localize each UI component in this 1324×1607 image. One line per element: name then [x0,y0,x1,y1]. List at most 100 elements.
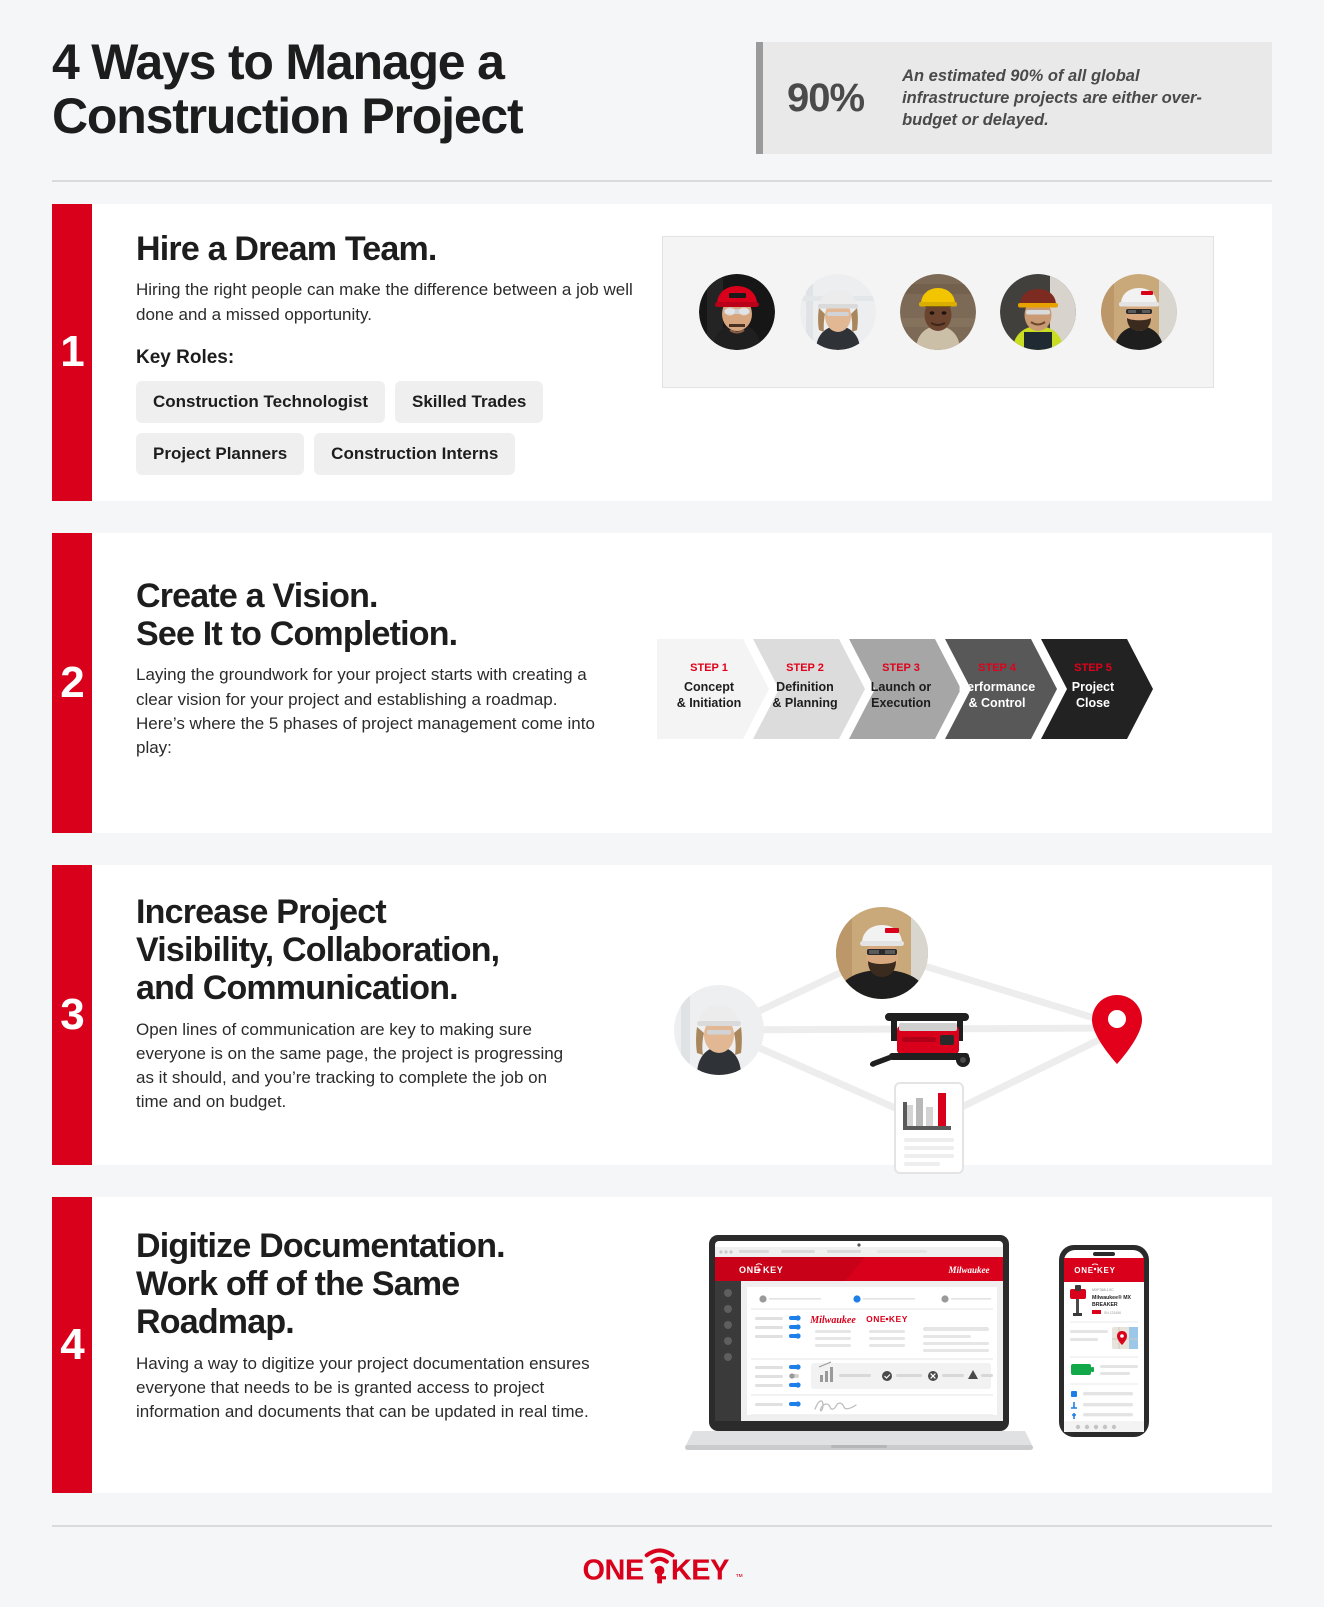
svg-text:KEY: KEY [763,1265,783,1275]
section-number-4: 4 [60,1319,85,1369]
section-title-4-line1: Digitize Documentation. [136,1226,506,1265]
svg-text:Performance: Performance [959,680,1035,694]
network-node-tool-generator [869,1012,970,1067]
svg-text:Execution: Execution [871,696,931,710]
svg-text:STEP 5: STEP 5 [1074,662,1112,674]
svg-text:ONE: ONE [739,1265,760,1275]
key-role-pill[interactable]: Skilled Trades [395,380,544,423]
worker-avatar-brown-hardhat [1000,274,1077,350]
svg-text:& Control: & Control [969,696,1026,710]
svg-text:ONE KEY: ONE KEY [1074,1266,1116,1275]
page-title: 4 Ways to Manage a Construction Project [52,34,742,144]
svg-text:™: ™ [735,1573,743,1582]
svg-text:Launch or: Launch or [871,680,932,694]
svg-text:Close: Close [1076,696,1110,710]
svg-text:& Planning: & Planning [772,696,837,710]
svg-text:BREAKER: BREAKER [1092,1302,1118,1308]
page-title-line2: Construction Project [52,87,524,144]
chevron-step-4: STEP 4 Performance & Control [945,638,1057,739]
section-number-3: 3 [60,989,85,1039]
svg-text:STEP 3: STEP 3 [882,662,920,674]
laptop-mockup: ONE KEY Milwaukee Milwaukee ONE KEY [685,1234,1033,1450]
svg-text:SN 123456: SN 123456 [1104,1311,1121,1315]
svg-text:Milwaukee: Milwaukee [947,1265,989,1275]
worker-avatar-white-hardhat-beard [1100,274,1177,350]
section-title-1: Hire a Dream Team. [136,230,657,268]
key-roles-label: Key Roles: [136,346,235,368]
section-number-bar-4: 4 [52,1196,92,1493]
section-number-bar-1: 1 [52,204,92,501]
svg-text:KEY: KEY [671,1555,729,1587]
section-title-3-line3: and Communication. [136,969,459,1008]
worker-avatar-yellow-hardhat [899,274,976,350]
sections-list: 1 Hire a Dream Team. Hiring the right pe… [0,182,1324,1493]
svg-text:MXF368-1XC: MXF368-1XC [1092,1288,1114,1292]
stat-number: 90% [787,75,865,120]
section-description-2: Laying the groundwork for your project s… [136,665,595,757]
key-role-pill[interactable]: Project Planners [136,432,305,475]
worker-avatar-red-hardhat [699,274,776,350]
section-title-2-line1: Create a Vision. [136,576,378,615]
network-node-worker-female [674,984,764,1075]
chevron-step-2: STEP 2 Definition & Planning [753,638,865,739]
stat-description: An estimated 90% of all global infrastru… [902,66,1202,130]
chevron-step-5: STEP 5 Project Close [1041,638,1153,739]
svg-text:Milwaukee® MX: Milwaukee® MX [1092,1294,1132,1301]
svg-text:& Initiation: & Initiation [677,696,742,710]
svg-text:Project: Project [1072,680,1115,694]
section-number-1: 1 [60,327,85,377]
page-footer: ONE KEY ™ [0,1527,1324,1607]
section-title-2-line2: See It to Completion. [136,615,458,654]
team-photo-strip [662,236,1214,388]
section-art-1 [657,230,1272,475]
section-description-4: Having a way to digitize your project do… [136,1353,590,1422]
section-title-3-line1: Increase Project [136,892,387,931]
svg-text:Definition: Definition [776,680,834,694]
battery-icon [1071,1363,1094,1375]
key-roles-pill-list: Construction Technologist Skilled Trades [136,380,606,423]
section-title-3: Increase Project Visibility, Collaborati… [136,893,657,1008]
section-description-3: Open lines of communication are key to m… [136,1019,564,1112]
svg-text:ONE: ONE [582,1555,644,1587]
section-description-1: Hiring the right people can make the dif… [136,280,633,324]
section-art-4: ONE KEY Milwaukee Milwaukee ONE KEY ONE … [657,1227,1272,1467]
network-node-report-document [894,1081,964,1174]
section-card-2: 2 Create a Vision. See It to Completion.… [52,532,1272,833]
section-card-4: 4 Digitize Documentation. Work off of th… [52,1196,1272,1493]
page-header: 4 Ways to Manage a Construction Project … [0,0,1324,154]
svg-text:Milwaukee: Milwaukee [809,1315,856,1326]
section-number-bar-3: 3 [52,864,92,1165]
section-number-2: 2 [60,657,85,707]
key-role-pill[interactable]: Construction Interns [314,432,516,475]
section-art-2: STEP 1 Concept & Initiation STEP 2 Defin… [657,577,1272,807]
section-art-3 [657,893,1272,1174]
section-title-4: Digitize Documentation. Work off of the … [136,1227,657,1342]
svg-text:STEP 4: STEP 4 [978,662,1017,674]
process-chevron-diagram: STEP 1 Concept & Initiation STEP 2 Defin… [657,638,1209,739]
chevron-step-1: STEP 1 Concept & Initiation [657,638,769,739]
one-key-signal-icon [644,1548,675,1584]
section-card-3: 3 Increase Project Visibility, Collabora… [52,864,1272,1174]
network-node-worker-male [836,906,928,999]
section-card-1: 1 Hire a Dream Team. Hiring the right pe… [52,204,1272,501]
svg-text:Concept: Concept [684,680,735,694]
chevron-step-3: STEP 3 Launch or Execution [849,638,961,739]
stat-callout: 90% An estimated 90% of all global infra… [756,42,1272,154]
section-number-bar-2: 2 [52,532,92,833]
section-title-4-line3: Roadmap. [136,1303,295,1342]
section-title-1-line1: Hire a Dream Team. [136,230,437,268]
section-title-4-line2: Work off of the Same [136,1265,460,1304]
key-roles-pill-list-row2: Project Planners Construction Interns [136,432,606,475]
collaboration-network-diagram [657,895,1177,1185]
svg-text:STEP 2: STEP 2 [786,662,824,674]
network-node-location-pin [1092,994,1142,1064]
page-title-line1: 4 Ways to Manage a [52,34,505,90]
device-mockups: ONE KEY Milwaukee Milwaukee ONE KEY ONE … [681,1227,1181,1477]
phone-mockup: ONE KEY MXF368-1XC Milwaukee® MX BREAKER… [1059,1244,1149,1437]
section-title-3-line2: Visibility, Collaboration, [136,931,500,970]
one-key-logo: ONE KEY ™ [577,1544,747,1589]
infographic-page: 4 Ways to Manage a Construction Project … [0,0,1324,1587]
worker-avatar-white-hardhat-female [799,274,876,350]
svg-text:STEP 1: STEP 1 [690,662,728,674]
key-role-pill[interactable]: Construction Technologist [136,380,386,423]
